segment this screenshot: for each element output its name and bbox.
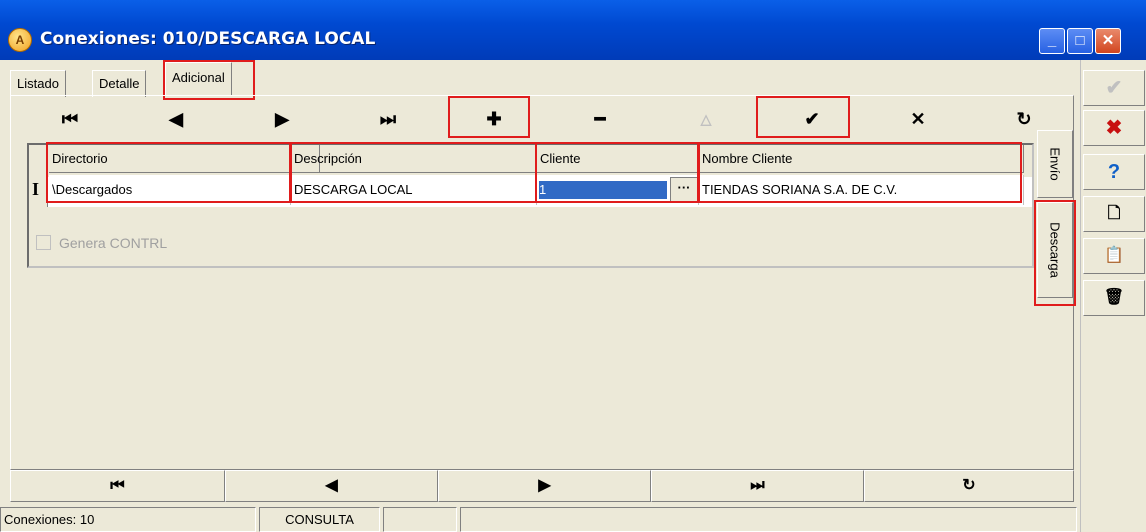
- help-icon[interactable]: ?: [1083, 154, 1145, 190]
- status-record-count: Conexiones: 10: [0, 507, 256, 532]
- row-indicator-column: I: [29, 145, 48, 207]
- cliente-input[interactable]: 1: [539, 181, 667, 199]
- genera-contrl-checkbox[interactable]: Genera CONTRL: [36, 235, 167, 251]
- last-record-button[interactable]: ⏭: [338, 102, 438, 136]
- app-logo-icon: A: [8, 28, 32, 52]
- new-document-icon[interactable]: 🗋: [1083, 196, 1145, 232]
- status-panel-message: [460, 507, 1077, 532]
- cell-cliente-editor[interactable]: 1 ···: [537, 175, 699, 205]
- column-header-cliente[interactable]: Cliente: [537, 145, 699, 173]
- cancel-record-button[interactable]: ✕: [868, 102, 968, 136]
- cell-descripcion[interactable]: DESCARGA LOCAL: [291, 175, 537, 205]
- cell-nombre-cliente[interactable]: TIENDAS SORIANA S.A. DE C.V.: [699, 175, 1024, 205]
- bottom-next-button[interactable]: ▶: [438, 470, 651, 502]
- status-bar: Conexiones: 10 CONSULTA: [0, 504, 1080, 532]
- edit-record-button[interactable]: △: [656, 102, 756, 136]
- bottom-refresh-button[interactable]: ↻: [864, 470, 1074, 502]
- status-mode: CONSULTA: [259, 507, 380, 532]
- column-header-nombre-cliente[interactable]: Nombre Cliente: [699, 145, 1024, 173]
- bottom-first-button[interactable]: ⏮: [10, 470, 225, 502]
- tab-adicional[interactable]: Adicional: [165, 62, 232, 96]
- tab-detalle[interactable]: Detalle: [92, 70, 147, 97]
- first-record-button[interactable]: ⏮: [20, 102, 120, 136]
- close-window-button[interactable]: ✕: [1095, 28, 1121, 54]
- insert-record-button[interactable]: ✚: [444, 102, 544, 136]
- checkbox-box[interactable]: [36, 235, 51, 250]
- bottom-last-button[interactable]: ⏭: [651, 470, 864, 502]
- action-sidebar: ✔ ✖ ? 🗋 📋 🗑: [1080, 60, 1146, 532]
- window-title: Conexiones: 010/DESCARGA LOCAL: [40, 29, 376, 49]
- column-header-descripcion[interactable]: Descripción: [291, 145, 537, 173]
- close-icon[interactable]: ✖: [1083, 110, 1145, 146]
- title-bar[interactable]: A Conexiones: 010/DESCARGA LOCAL _ □ ✕: [0, 0, 1146, 60]
- row-cursor-indicator: I: [32, 179, 40, 199]
- tab-listado[interactable]: Listado: [10, 70, 66, 97]
- checkbox-label: Genera CONTRL: [59, 235, 168, 251]
- accept-icon[interactable]: ✔: [1083, 70, 1145, 106]
- side-tab-descarga[interactable]: Descarga: [1037, 202, 1073, 298]
- connections-grid: I Directorio Descripción Cliente Nombre …: [27, 143, 1034, 268]
- client-lookup-button[interactable]: ···: [670, 177, 698, 203]
- status-panel-empty: [383, 507, 457, 532]
- copy-document-icon[interactable]: 📋: [1083, 238, 1145, 274]
- trash-icon[interactable]: 🗑: [1083, 280, 1145, 316]
- bottom-navigator: ⏮ ◀ ▶ ⏭ ↻: [10, 470, 1074, 502]
- main-content: Listado Detalle Adicional ⏮ ◀ ▶ ⏭ ✚ ━ △ …: [0, 60, 1080, 532]
- cell-directorio[interactable]: \Descargados: [49, 175, 291, 205]
- maximize-button[interactable]: □: [1067, 28, 1093, 54]
- minimize-button[interactable]: _: [1039, 28, 1065, 54]
- next-record-button[interactable]: ▶: [232, 102, 332, 136]
- prior-record-button[interactable]: ◀: [126, 102, 226, 136]
- bottom-prior-button[interactable]: ◀: [225, 470, 438, 502]
- side-tab-descarga-label: Descarga: [1047, 222, 1063, 278]
- column-header-directorio[interactable]: Directorio: [49, 145, 320, 173]
- post-record-button[interactable]: ✔: [762, 102, 862, 136]
- side-tab-envio[interactable]: Envío: [1037, 130, 1073, 198]
- delete-record-button[interactable]: ━: [550, 102, 650, 136]
- side-tab-envio-label: Envío: [1047, 147, 1063, 181]
